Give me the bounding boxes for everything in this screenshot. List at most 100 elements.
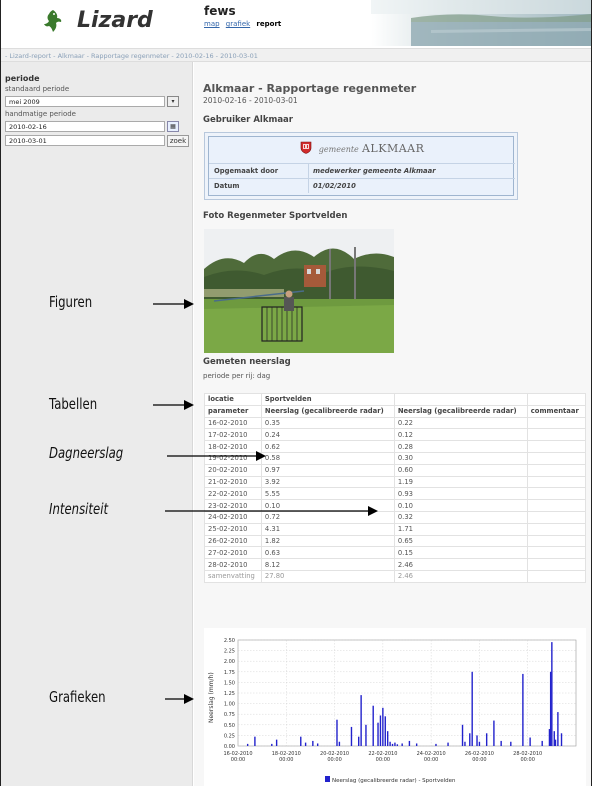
calendar-icon[interactable]: ▦ (167, 121, 179, 132)
date-value: 01/02/2010 (313, 182, 356, 190)
chart-bar (312, 740, 314, 746)
date-from-input[interactable]: 2010-02-16 (5, 121, 165, 132)
row-comment (526, 475, 587, 489)
table-cell (393, 393, 528, 406)
chart-bar (549, 671, 552, 746)
row-value: 0.12 (393, 428, 528, 442)
row-value: 0.10 (393, 499, 528, 512)
chart-bar (316, 743, 319, 746)
search-button[interactable]: zoek (167, 135, 189, 147)
dropdown-arrow-icon[interactable]: ▾ (167, 96, 179, 107)
chart-bar (551, 642, 553, 746)
chart-bar (461, 724, 464, 746)
x-tick-time: 00:00 (472, 757, 486, 763)
chart-bar (408, 740, 411, 746)
manual-period-label: handmatige periode (5, 110, 76, 118)
chart-bar (464, 741, 466, 746)
chart-bar (435, 743, 437, 746)
y-axis-label: Neerslag (mm/h) (208, 672, 215, 723)
y-tick-label: 0.00 (224, 744, 235, 750)
row-comment (526, 416, 587, 430)
legend-swatch (325, 776, 330, 782)
chart-bar (254, 736, 256, 746)
x-tick-time: 00:00 (279, 757, 293, 763)
chart-bar (541, 740, 543, 746)
chart-bar (529, 737, 531, 746)
chart-bar (391, 743, 394, 746)
row-value: 0.60 (393, 463, 528, 477)
lizard-logo-icon (44, 9, 62, 32)
row-value: 0.35 (260, 416, 395, 430)
user-heading: Gebruiker Alkmaar (203, 115, 293, 125)
chart-bar (522, 673, 524, 746)
chart-bar (557, 712, 559, 746)
nav-link-grafiek[interactable]: grafiek (226, 20, 250, 28)
column-header: Neerslag (gecalibreerde radar) (260, 404, 395, 418)
row-comment (526, 546, 587, 560)
row-comment (526, 522, 587, 536)
x-tick-time: 00:00 (231, 757, 245, 763)
row-value: 0.93 (393, 487, 528, 501)
breadcrumb[interactable]: - Lizard-report - Alkmaar - Rapportage r… (1, 48, 591, 62)
location-value: Sportvelden (260, 393, 395, 406)
date-to-input[interactable]: 2010-03-01 (5, 135, 165, 146)
chart-bar (275, 739, 278, 746)
date-label: Datum (214, 182, 240, 190)
table-row: 20-02-2010 0.97 0.60 (204, 463, 587, 477)
table-row: 28-02-2010 8.12 2.46 (204, 558, 587, 571)
report-title: Alkmaar - Rapportage regenmeter (203, 82, 417, 95)
chart-bar (553, 731, 555, 746)
chart-grid (237, 639, 577, 747)
app-header: Lizard fews map grafiek report (1, 0, 591, 48)
y-tick-label: 0.25 (224, 733, 235, 739)
chart-bar (394, 742, 396, 746)
row-comment (526, 534, 587, 548)
chart-bar (396, 744, 399, 746)
made-by-value: medewerker gemeente Alkmaar (313, 167, 436, 175)
y-tick-label: 2.25 (224, 649, 235, 655)
arrow-intensiteit (165, 506, 378, 516)
chart-bar (415, 743, 418, 746)
arrow-grafieken (165, 694, 194, 704)
chart-bar (300, 736, 302, 746)
summary-cell: samenvatting (204, 569, 262, 583)
date-row: Datum 01/02/2010 (209, 178, 515, 193)
made-by-row: Opgemaakt door medewerker gemeente Alkma… (209, 163, 515, 178)
row-value: 1.82 (260, 534, 395, 548)
legend-label: Neerslag (gecalibreerde radar) - Sportve… (332, 778, 456, 784)
chart-bar (350, 726, 353, 746)
summary-cell: 2.46 (393, 569, 528, 583)
column-header: parameter (204, 404, 262, 418)
precipitation-chart: 0.00 0.25 0.50 0.75 1.00 1.25 1.50 1.75 2.00 2.25… (204, 628, 586, 786)
row-value: 0.30 (393, 451, 528, 465)
table-row: 25-02-2010 4.31 1.71 (204, 522, 587, 536)
nav-link-map[interactable]: map (204, 20, 220, 28)
row-date: 28-02-2010 (204, 558, 262, 571)
arrow-tabellen (153, 400, 194, 410)
row-date: 21-02-2010 (204, 475, 262, 489)
row-value: 0.63 (260, 546, 395, 560)
chart-bar (377, 722, 379, 746)
logo-text: Lizard (77, 8, 153, 33)
chart-bar (358, 736, 360, 746)
chart-bar (478, 741, 481, 746)
chart-bar (360, 695, 362, 746)
row-date: 17-02-2010 (204, 428, 262, 442)
report-date-range: 2010-02-16 - 2010-03-01 (203, 96, 298, 105)
row-comment (526, 428, 587, 442)
chart-bar (485, 733, 488, 746)
chart-bar (471, 671, 473, 746)
standard-period-select[interactable]: mei 2009 (5, 96, 165, 107)
row-comment (526, 499, 587, 512)
standard-period-label: standaard periode (5, 85, 70, 93)
nav-link-report-active[interactable]: report (256, 20, 281, 28)
lizard-logo[interactable]: Lizard (43, 8, 153, 33)
row-date: 22-02-2010 (204, 487, 262, 501)
table-location-row: locatie Sportvelden (204, 393, 587, 406)
y-tick-label: 1.75 (224, 670, 235, 676)
summary-cell (526, 569, 587, 583)
y-tick-label: 2.00 (224, 659, 235, 665)
table-row: 26-02-2010 1.82 0.65 (204, 534, 587, 548)
chart-bar (510, 741, 512, 746)
row-value: 0.62 (260, 440, 395, 453)
